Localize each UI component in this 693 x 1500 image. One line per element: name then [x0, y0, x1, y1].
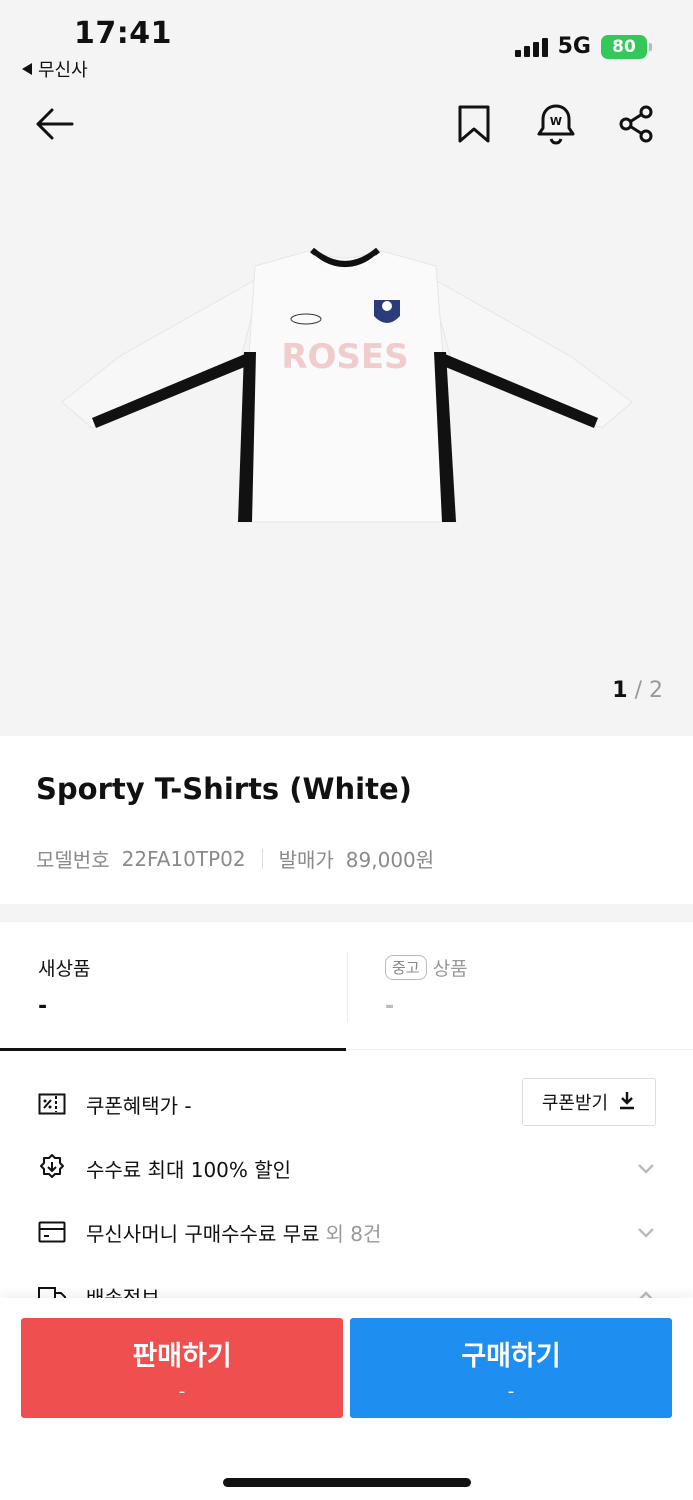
card-icon: [36, 1216, 68, 1248]
model-value: 22FA10TP02: [121, 846, 246, 871]
top-nav: W: [0, 86, 693, 166]
fee-discount-row[interactable]: 수수료 최대 100% 할인: [36, 1148, 656, 1188]
pager-current: 1: [612, 678, 628, 703]
meta-divider: [261, 848, 263, 869]
condition-tabs: 새상품 - 중고 상품 -: [0, 922, 693, 1051]
used-badge: 중고: [385, 955, 427, 980]
price-alert-bell-icon[interactable]: W: [532, 100, 580, 148]
bottom-action-bar: 판매하기 - 구매하기 -: [0, 1298, 693, 1500]
buy-button[interactable]: 구매하기 -: [350, 1318, 672, 1418]
sell-price: -: [178, 1381, 186, 1402]
bookmark-icon[interactable]: [450, 100, 498, 148]
back-triangle-icon: [22, 63, 32, 75]
image-pager: 1 / 2: [612, 678, 663, 703]
product-title: Sporty T-Shirts (White): [36, 772, 412, 806]
back-to-app-link[interactable]: 무신사: [22, 56, 88, 82]
tab-new-label: 새상품: [38, 958, 91, 980]
tab-new-product[interactable]: 새상품 -: [0, 922, 346, 1051]
get-coupon-label: 쿠폰받기: [541, 1093, 609, 1114]
discount-badge-icon: [36, 1152, 68, 1184]
sell-label: 판매하기: [132, 1341, 232, 1372]
battery-level: 80: [612, 36, 636, 57]
release-price-value: 89,000원: [345, 848, 435, 872]
musinsa-money-label: 무신사머니 구매수수료 무료: [86, 1221, 320, 1246]
pager-total: 2: [649, 678, 663, 703]
product-image: ROSES: [61, 247, 633, 523]
status-time: 17:41: [74, 16, 172, 51]
back-icon[interactable]: [30, 100, 78, 148]
product-meta: 모델번호 22FA10TP02 발매가 89,000원: [36, 844, 434, 873]
coupon-icon: [36, 1088, 68, 1120]
pager-separator: /: [634, 678, 642, 703]
chevron-down-icon: [636, 1220, 656, 1244]
section-divider: [0, 904, 693, 922]
shirt-print-text: ROSES: [281, 337, 408, 377]
coupon-price-label: 쿠폰혜택가 -: [86, 1093, 192, 1118]
coupon-row: 쿠폰혜택가 - 쿠폰받기: [36, 1078, 656, 1126]
signal-icon: [514, 37, 548, 57]
fee-discount-label: 수수료 최대 100% 할인: [86, 1157, 292, 1182]
home-indicator[interactable]: [223, 1478, 471, 1487]
musinsa-money-row[interactable]: 무신사머니 구매수수료 무료 외 8건: [36, 1212, 656, 1252]
tab-used-label: 상품: [432, 958, 468, 980]
status-bar: 17:41 무신사 5G 80: [0, 0, 693, 86]
get-coupon-button[interactable]: 쿠폰받기: [522, 1078, 656, 1126]
more-benefits-count: 외 8건: [325, 1221, 382, 1246]
network-label: 5G: [557, 34, 591, 59]
tab-new-price: -: [38, 994, 48, 1019]
tab-used-title: 중고 상품: [385, 954, 468, 981]
release-price-label: 발매가: [278, 848, 334, 872]
model-label: 모델번호: [36, 848, 110, 872]
share-icon[interactable]: [612, 100, 660, 148]
product-image-carousel[interactable]: ROSES 1 / 2: [0, 166, 693, 736]
buy-label: 구매하기: [461, 1341, 561, 1372]
download-icon: [618, 1090, 636, 1115]
tab-used-product[interactable]: 중고 상품 -: [347, 922, 693, 1050]
battery-icon: 80: [601, 34, 652, 59]
back-app-label: 무신사: [38, 60, 88, 81]
svg-text:W: W: [550, 115, 562, 128]
buy-price: -: [507, 1381, 515, 1402]
tab-used-price: -: [385, 994, 395, 1019]
sell-button[interactable]: 판매하기 -: [21, 1318, 343, 1418]
chevron-down-icon: [636, 1156, 656, 1180]
